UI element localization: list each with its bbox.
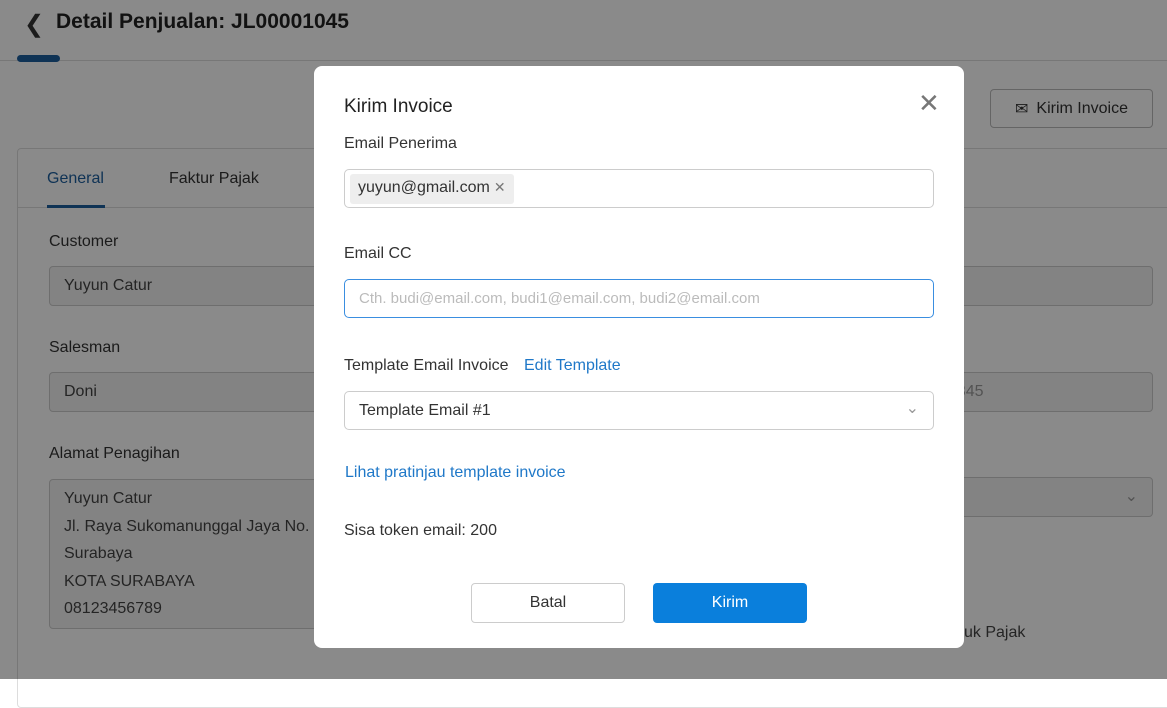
- send-button[interactable]: Kirim: [653, 583, 807, 623]
- kirim-invoice-modal: Kirim Invoice ✕ Email Penerima yuyun@gma…: [314, 66, 964, 648]
- email-cc-input[interactable]: Cth. budi@email.com, budi1@email.com, bu…: [344, 279, 934, 318]
- preview-template-link[interactable]: Lihat pratinjau template invoice: [345, 464, 566, 482]
- email-chip: yuyun@gmail.com ✕: [350, 174, 514, 204]
- template-label: Template Email Invoice: [344, 357, 509, 374]
- edit-template-link[interactable]: Edit Template: [524, 357, 621, 375]
- token-text: Sisa token email: 200: [344, 522, 497, 539]
- cancel-button[interactable]: Batal: [471, 583, 625, 623]
- remove-chip-icon[interactable]: ✕: [494, 179, 506, 195]
- email-penerima-input[interactable]: yuyun@gmail.com ✕: [344, 169, 934, 208]
- template-select[interactable]: Template Email #1 ⌄: [344, 391, 934, 430]
- email-chip-text: yuyun@gmail.com: [358, 179, 490, 196]
- close-icon[interactable]: ✕: [918, 88, 940, 119]
- modal-title: Kirim Invoice: [344, 96, 453, 117]
- template-value: Template Email #1: [359, 402, 491, 419]
- email-cc-label: Email CC: [344, 245, 412, 262]
- email-penerima-label: Email Penerima: [344, 135, 457, 152]
- chevron-down-icon: ⌄: [905, 400, 919, 417]
